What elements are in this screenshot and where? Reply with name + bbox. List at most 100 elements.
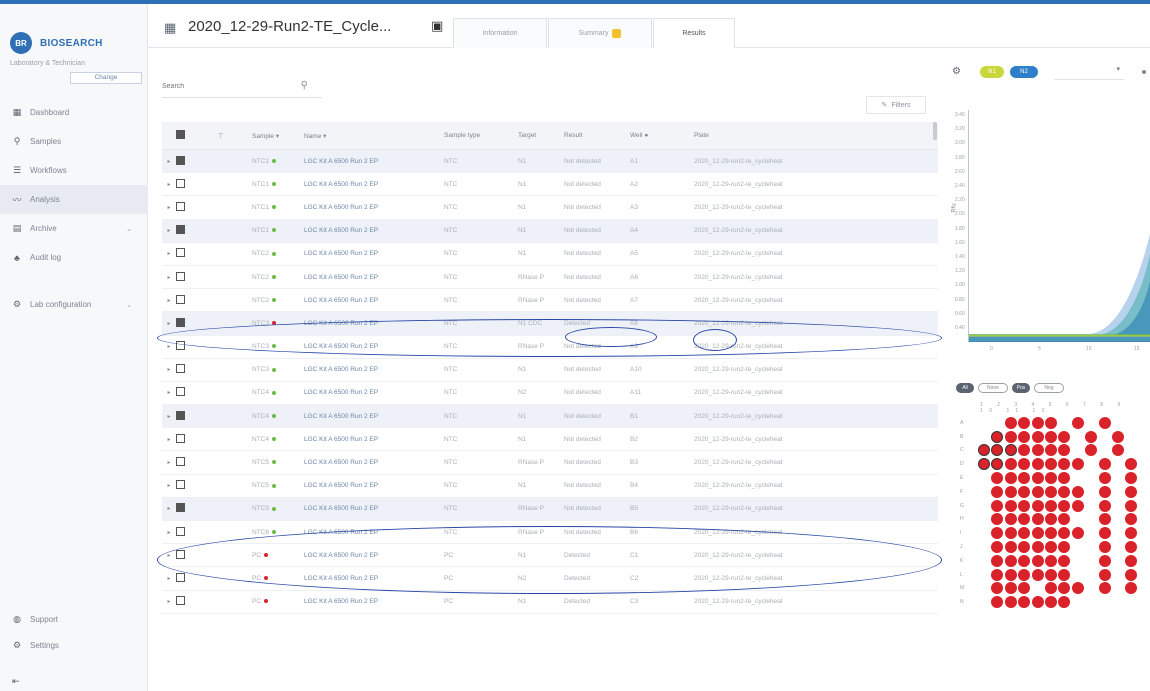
expand-row-icon[interactable]: ▸: [162, 575, 176, 582]
plate-well[interactable]: [1112, 555, 1124, 567]
plate-well[interactable]: [1058, 554, 1071, 567]
plate-well[interactable]: [1125, 458, 1138, 471]
expand-row-icon[interactable]: ▸: [162, 320, 176, 327]
tab-summary[interactable]: Summary: [548, 18, 652, 48]
plate-well[interactable]: [1098, 554, 1111, 567]
plate-well[interactable]: [1072, 513, 1084, 525]
plate-well[interactable]: [1098, 582, 1111, 595]
well-filter-pos[interactable]: Pos: [1012, 383, 1030, 393]
plate-well[interactable]: [991, 458, 1004, 471]
plate-well[interactable]: [1125, 417, 1137, 429]
plate-well[interactable]: [1085, 444, 1098, 457]
sidebar-item-archive[interactable]: ▤ Archive ⌄: [0, 214, 148, 243]
table-row[interactable]: ▸ NTC4 LGC Kit A 6500 Run 2 EP NTC N1 Not det…: [162, 405, 938, 429]
expand-row-icon[interactable]: ▸: [162, 505, 176, 512]
plate-well[interactable]: [1098, 416, 1111, 429]
tab-results[interactable]: Results: [653, 18, 735, 48]
plate-well[interactable]: [1018, 582, 1031, 595]
plate-well[interactable]: [1044, 485, 1057, 498]
table-row[interactable]: ▸ NTC2 LGC Kit A 6500 Run 2 EP NTC RNase P No…: [162, 289, 938, 313]
row-checkbox[interactable]: [176, 457, 185, 467]
plate-well[interactable]: [1072, 444, 1084, 456]
expand-row-icon[interactable]: ▸: [162, 552, 176, 559]
plate-well[interactable]: [1112, 541, 1124, 553]
plate-well[interactable]: [1018, 527, 1031, 540]
more-icon[interactable]: [1142, 70, 1146, 74]
plate-well[interactable]: [1098, 472, 1111, 485]
column-header-well[interactable]: Well ●: [630, 132, 694, 139]
plate-well[interactable]: [978, 541, 990, 553]
plate-well[interactable]: [1072, 596, 1084, 608]
row-checkbox[interactable]: [176, 480, 185, 490]
expand-row-icon[interactable]: ▸: [162, 598, 176, 605]
table-row[interactable]: ▸ NTC1 LGC Kit A 6500 Run 2 EP NTC N1 Not det…: [162, 219, 938, 243]
row-checkbox[interactable]: [176, 341, 185, 351]
sidebar-item-settings[interactable]: ⚙ Settings: [0, 632, 148, 658]
plate-well[interactable]: [1085, 541, 1097, 553]
plate-well[interactable]: [1125, 596, 1137, 608]
cell-name[interactable]: LGC Kit A 6500 Run 2 EP: [304, 343, 444, 350]
row-checkbox[interactable]: [176, 201, 185, 211]
plate-well[interactable]: [1072, 569, 1084, 581]
cell-name[interactable]: LGC Kit A 6500 Run 2 EP: [304, 204, 444, 211]
table-row[interactable]: ▸ NTC2 LGC Kit A 6500 Run 2 EP NTC RNase P No…: [162, 266, 938, 290]
plate-well[interactable]: [1031, 472, 1044, 485]
plate-well[interactable]: [991, 513, 1004, 526]
expand-row-icon[interactable]: ▸: [162, 413, 176, 420]
cell-name[interactable]: LGC Kit A 6500 Run 2 EP: [304, 389, 444, 396]
row-checkbox[interactable]: [176, 596, 185, 606]
expand-row-icon[interactable]: ▸: [162, 250, 176, 257]
settings-icon[interactable]: ⚙: [952, 66, 961, 77]
well-filter-neg[interactable]: Neg: [1034, 383, 1064, 393]
plate-well[interactable]: [1085, 555, 1097, 567]
plate-well[interactable]: [1031, 541, 1044, 554]
plate-well[interactable]: [1098, 527, 1111, 540]
plate-well[interactable]: [1031, 568, 1044, 581]
plate-well[interactable]: [1085, 513, 1097, 525]
plate-well[interactable]: [1031, 458, 1044, 471]
plate-well[interactable]: [1032, 582, 1044, 594]
column-header-sample[interactable]: Sample ▾: [252, 132, 304, 140]
plate-well[interactable]: [991, 499, 1004, 512]
plate-well[interactable]: [1112, 582, 1124, 594]
plate-well[interactable]: [1004, 458, 1017, 471]
plate-well[interactable]: [1044, 527, 1057, 540]
row-checkbox[interactable]: [176, 271, 185, 281]
plate-well[interactable]: [1018, 430, 1031, 443]
plate-well[interactable]: [1058, 499, 1071, 512]
plate-well[interactable]: [1125, 554, 1138, 567]
plate-well[interactable]: [1072, 472, 1084, 484]
plate-well[interactable]: [1044, 458, 1057, 471]
row-checkbox[interactable]: [176, 155, 185, 165]
table-row[interactable]: ▸ NTC5 LGC Kit A 6500 Run 2 EP NTC RNase P No…: [162, 497, 938, 521]
plate-well[interactable]: [1018, 554, 1031, 567]
plate-well[interactable]: [1044, 568, 1057, 581]
table-row[interactable]: ▸ NTC3 LGC Kit A 6500 Run 2 EP NTC RNase P No…: [162, 336, 938, 359]
plate-well[interactable]: [1072, 431, 1084, 443]
plate-well[interactable]: [1044, 582, 1057, 595]
plate-well[interactable]: [1071, 582, 1084, 595]
plate-well[interactable]: [1044, 554, 1057, 567]
well-filter-none[interactable]: None: [978, 383, 1008, 393]
plate-well[interactable]: [1099, 431, 1111, 443]
plate-well[interactable]: [1018, 472, 1031, 485]
column-header-name[interactable]: Name ▾: [304, 132, 444, 140]
plate-well[interactable]: [978, 569, 990, 581]
plate-well[interactable]: [1018, 499, 1031, 512]
plate-well[interactable]: [1112, 513, 1124, 525]
plate-well[interactable]: [1112, 486, 1124, 498]
plate-well[interactable]: [1004, 541, 1017, 554]
plate-well[interactable]: [1112, 472, 1124, 484]
row-checkbox[interactable]: [176, 364, 185, 374]
sidebar-item-samples[interactable]: ⚲ Samples: [0, 127, 148, 156]
row-checkbox[interactable]: [176, 387, 185, 397]
expand-row-icon[interactable]: ▸: [162, 459, 176, 466]
sidebar-item-dashboard[interactable]: ▦ Dashboard: [0, 98, 148, 127]
plate-well[interactable]: [1031, 416, 1044, 429]
cell-name[interactable]: LGC Kit A 6500 Run 2 EP: [304, 459, 444, 466]
cell-name[interactable]: LGC Kit A 6500 Run 2 EP: [304, 436, 444, 443]
plate-well[interactable]: [991, 527, 1004, 540]
plate-well[interactable]: [1098, 499, 1111, 512]
plate-well[interactable]: [1125, 527, 1138, 540]
sidebar-item-lab-configuration[interactable]: ⚙ Lab configuration ⌄: [0, 290, 148, 319]
